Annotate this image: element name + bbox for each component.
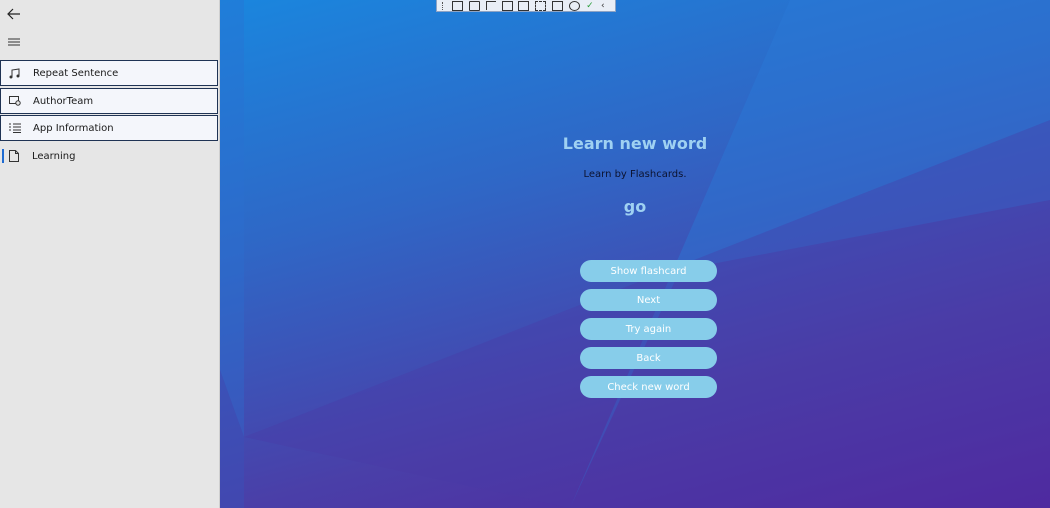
nav-item-learning[interactable]: Learning xyxy=(0,143,218,169)
nav-item-label: Repeat Sentence xyxy=(33,67,119,79)
debug-toolbar: ✓ ‹ xyxy=(436,0,616,12)
next-button[interactable]: Next xyxy=(580,289,717,311)
document-icon xyxy=(0,143,28,169)
subtitle: Learn by Flashcards. xyxy=(583,169,687,180)
live-tree-icon[interactable] xyxy=(451,0,463,11)
grip-icon[interactable] xyxy=(441,1,446,10)
back-button[interactable] xyxy=(0,0,28,28)
page-title: Learn new word xyxy=(562,134,708,153)
back-arrow-icon xyxy=(7,8,20,20)
scan-icon[interactable] xyxy=(552,0,564,11)
background-shapes xyxy=(220,0,1050,508)
back-action-button[interactable]: Back xyxy=(580,347,717,369)
nav-item-label: AuthorTeam xyxy=(33,95,94,107)
show-flashcard-button[interactable]: Show flashcard xyxy=(580,260,717,282)
hamburger-icon xyxy=(8,38,20,46)
layout-adorners-icon[interactable] xyxy=(501,0,513,11)
select-element-icon[interactable] xyxy=(485,1,496,10)
nav-item-label: Learning xyxy=(32,150,76,162)
active-indicator xyxy=(2,149,4,163)
try-again-button[interactable]: Try again xyxy=(580,318,717,340)
list-icon xyxy=(1,115,29,141)
checkmark-icon[interactable]: ✓ xyxy=(586,1,595,10)
check-new-word-button[interactable]: Check new word xyxy=(580,376,717,398)
navigation-pane: Repeat Sentence AuthorTeam App Informati… xyxy=(0,0,220,508)
hamburger-menu-button[interactable] xyxy=(0,28,28,56)
nav-item-author-team[interactable]: AuthorTeam xyxy=(0,88,218,114)
music-note-icon xyxy=(1,60,29,86)
record-icon[interactable] xyxy=(468,0,480,11)
accessibility-icon[interactable] xyxy=(569,0,581,11)
nav-item-app-information[interactable]: App Information xyxy=(0,115,218,141)
binding-failures-icon[interactable] xyxy=(535,0,547,11)
nav-item-repeat-sentence[interactable]: Repeat Sentence xyxy=(0,60,218,86)
team-card-icon xyxy=(1,88,29,114)
main-content: ✓ ‹ Learn new word Learn by Flashcards. … xyxy=(220,0,1050,508)
current-word: go xyxy=(623,197,647,216)
track-focus-icon[interactable] xyxy=(518,0,530,11)
nav-item-label: App Information xyxy=(33,122,114,134)
collapse-chevron-icon[interactable]: ‹ xyxy=(601,1,610,10)
